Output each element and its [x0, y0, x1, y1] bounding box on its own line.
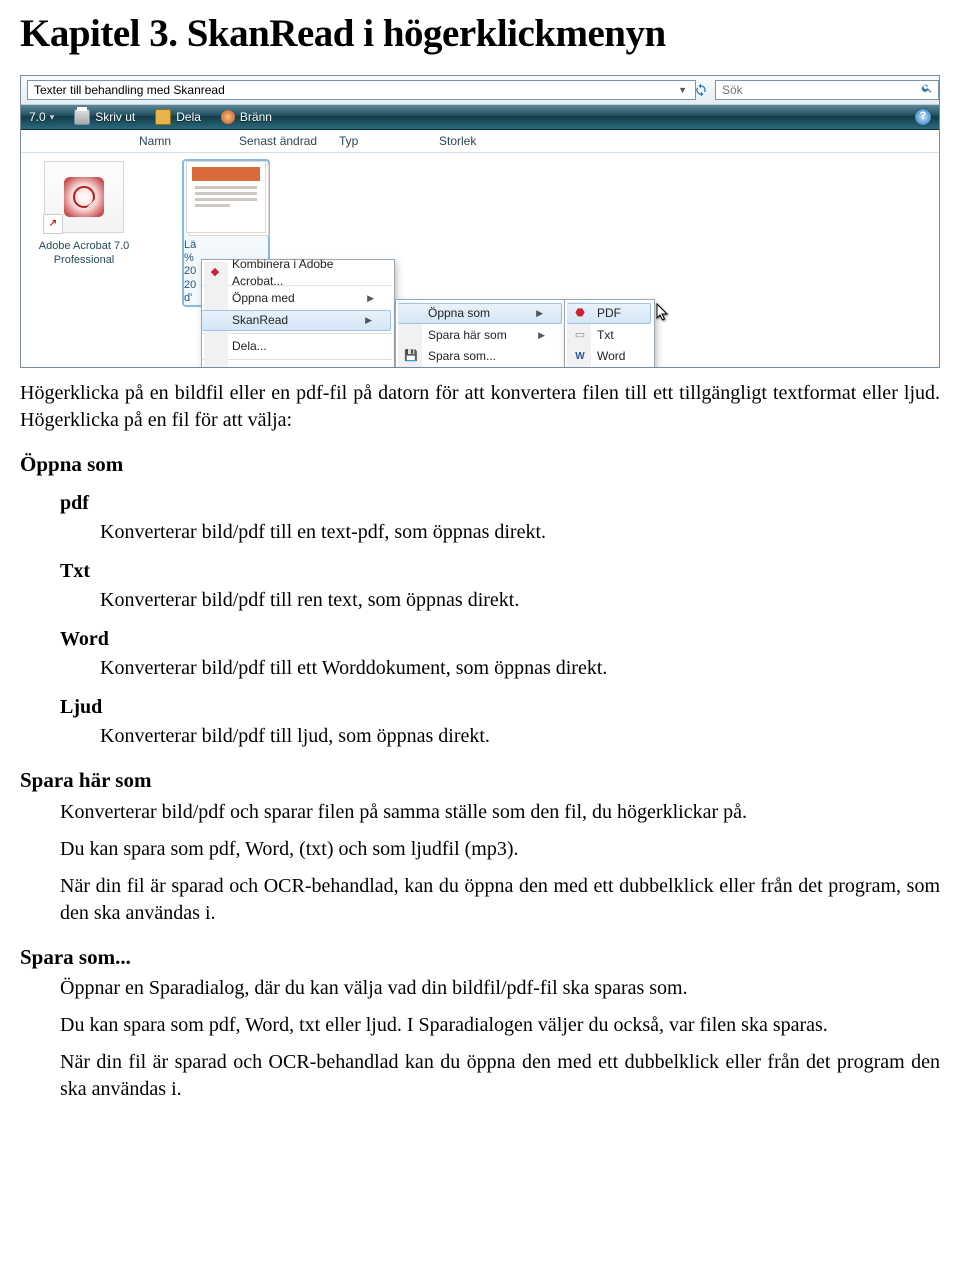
text-spara-som-2: Du kan spara som pdf, Word, txt eller lj…: [60, 1012, 940, 1039]
text-pdf: Konverterar bild/pdf till en text-pdf, s…: [100, 519, 940, 546]
file-label: Professional: [29, 253, 139, 267]
refresh-icon[interactable]: [693, 82, 709, 98]
subsection-word: Word: [60, 626, 940, 653]
text-word: Konverterar bild/pdf till ett Worddokume…: [100, 655, 940, 682]
menu-item-tortoisesvn[interactable]: ❖ TortoiseSVN▶: [202, 362, 392, 368]
intro-paragraph: Högerklicka på en bildfil eller en pdf-f…: [20, 380, 940, 434]
toolbar-burn[interactable]: Bränn: [221, 109, 272, 125]
pdf-icon: [64, 177, 104, 217]
toolbar: 7.0▾ Skriv ut Dela Bränn ?: [21, 105, 939, 130]
subsection-txt: Txt: [60, 558, 940, 585]
toolbar-print[interactable]: Skriv ut: [74, 109, 135, 125]
printer-icon: [74, 109, 90, 125]
search-icon: [921, 82, 933, 98]
document-thumbnail: [186, 161, 266, 233]
menu-item-save-as[interactable]: 💾 Spara som...: [398, 346, 563, 367]
text-spara-har-2: Du kan spara som pdf, Word, (txt) och so…: [60, 836, 940, 863]
floppy-icon: 💾: [403, 349, 419, 365]
text-spara-som-1: Öppnar en Sparadialog, där du kan välja …: [60, 975, 940, 1002]
section-oppna-som: Öppna som: [20, 450, 940, 478]
context-submenu-skanread: Öppna som▶ Spara här som▶ 💾 Spara som...…: [395, 299, 566, 368]
file-label: Adobe Acrobat 7.0: [29, 239, 139, 253]
address-bar: ▼: [21, 76, 939, 105]
context-submenu-open-as: ⬣ PDF ▭ Txt W Word 💬 Lyd: [564, 299, 655, 368]
menu-item-word[interactable]: W Word: [567, 346, 652, 367]
toolbar-share[interactable]: Dela: [155, 109, 201, 125]
text-spara-som-3: När din fil är sparad och OCR-behandlad …: [60, 1049, 940, 1103]
cursor-icon: [656, 303, 670, 321]
col-type[interactable]: Typ: [339, 133, 439, 149]
explorer-window: ▼ 7.0▾ Skriv ut Dela Bränn ? Namn Senast…: [20, 75, 940, 368]
burn-icon: [221, 110, 235, 124]
subsection-pdf: pdf: [60, 490, 940, 517]
help-icon[interactable]: ?: [915, 109, 931, 125]
menu-item-share[interactable]: Dela...: [202, 336, 392, 357]
menu-item-open-with[interactable]: Öppna med▶: [202, 288, 392, 309]
menu-item-ask-about[interactable]: ? Fråga om ...: [398, 367, 563, 368]
section-spara-som: Spara som...: [20, 943, 940, 971]
col-name[interactable]: Namn: [139, 133, 239, 149]
menu-item-lyd[interactable]: 💬 Lyd: [567, 367, 652, 368]
pdf-thumbnail: ↗: [44, 161, 124, 233]
menu-item-save-here-as[interactable]: Spara här som▶: [398, 325, 563, 346]
word-icon: W: [572, 349, 588, 365]
breadcrumb-dropdown-icon[interactable]: ▼: [678, 84, 687, 96]
menu-item-open-as[interactable]: Öppna som▶: [398, 303, 562, 324]
tortoise-icon: ❖: [207, 365, 223, 369]
shortcut-badge-icon: ↗: [43, 214, 63, 234]
acrobat-icon: ◆: [207, 265, 223, 281]
text-spara-har-3: När din fil är sparad och OCR-behandlad,…: [60, 873, 940, 927]
search-input[interactable]: [715, 80, 939, 100]
menu-item-skanread[interactable]: SkanRead▶: [202, 310, 391, 331]
subsection-ljud: Ljud: [60, 694, 940, 721]
pdf-icon: ⬣: [572, 306, 588, 322]
menu-item-combine-acrobat[interactable]: ◆ Kombinera i Adobe Acrobat...: [202, 262, 392, 283]
column-headers: Namn Senast ändrad Typ Storlek: [21, 130, 939, 153]
text-spara-har-1: Konverterar bild/pdf och sparar filen på…: [60, 799, 940, 826]
txt-icon: ▭: [572, 328, 588, 344]
text-txt: Konverterar bild/pdf till ren text, som …: [100, 587, 940, 614]
col-size[interactable]: Storlek: [439, 133, 539, 149]
breadcrumb-input[interactable]: [27, 80, 696, 100]
context-menu: ◆ Kombinera i Adobe Acrobat... Öppna med…: [201, 259, 395, 368]
file-pane: ↗ Adobe Acrobat 7.0 Professional Lä % 20…: [21, 153, 939, 367]
toolbar-version[interactable]: 7.0▾: [29, 109, 54, 125]
text-ljud: Konverterar bild/pdf till ljud, som öppn…: [100, 723, 940, 750]
section-spara-har-som: Spara här som: [20, 766, 940, 794]
page-title: Kapitel 3. SkanRead i högerklickmenyn: [20, 8, 940, 61]
menu-item-pdf[interactable]: ⬣ PDF: [567, 303, 651, 324]
menu-item-txt[interactable]: ▭ Txt: [567, 325, 652, 346]
file-item-acrobat[interactable]: ↗ Adobe Acrobat 7.0 Professional: [29, 161, 139, 268]
share-icon: [155, 109, 171, 125]
col-modified[interactable]: Senast ändrad: [239, 133, 339, 149]
